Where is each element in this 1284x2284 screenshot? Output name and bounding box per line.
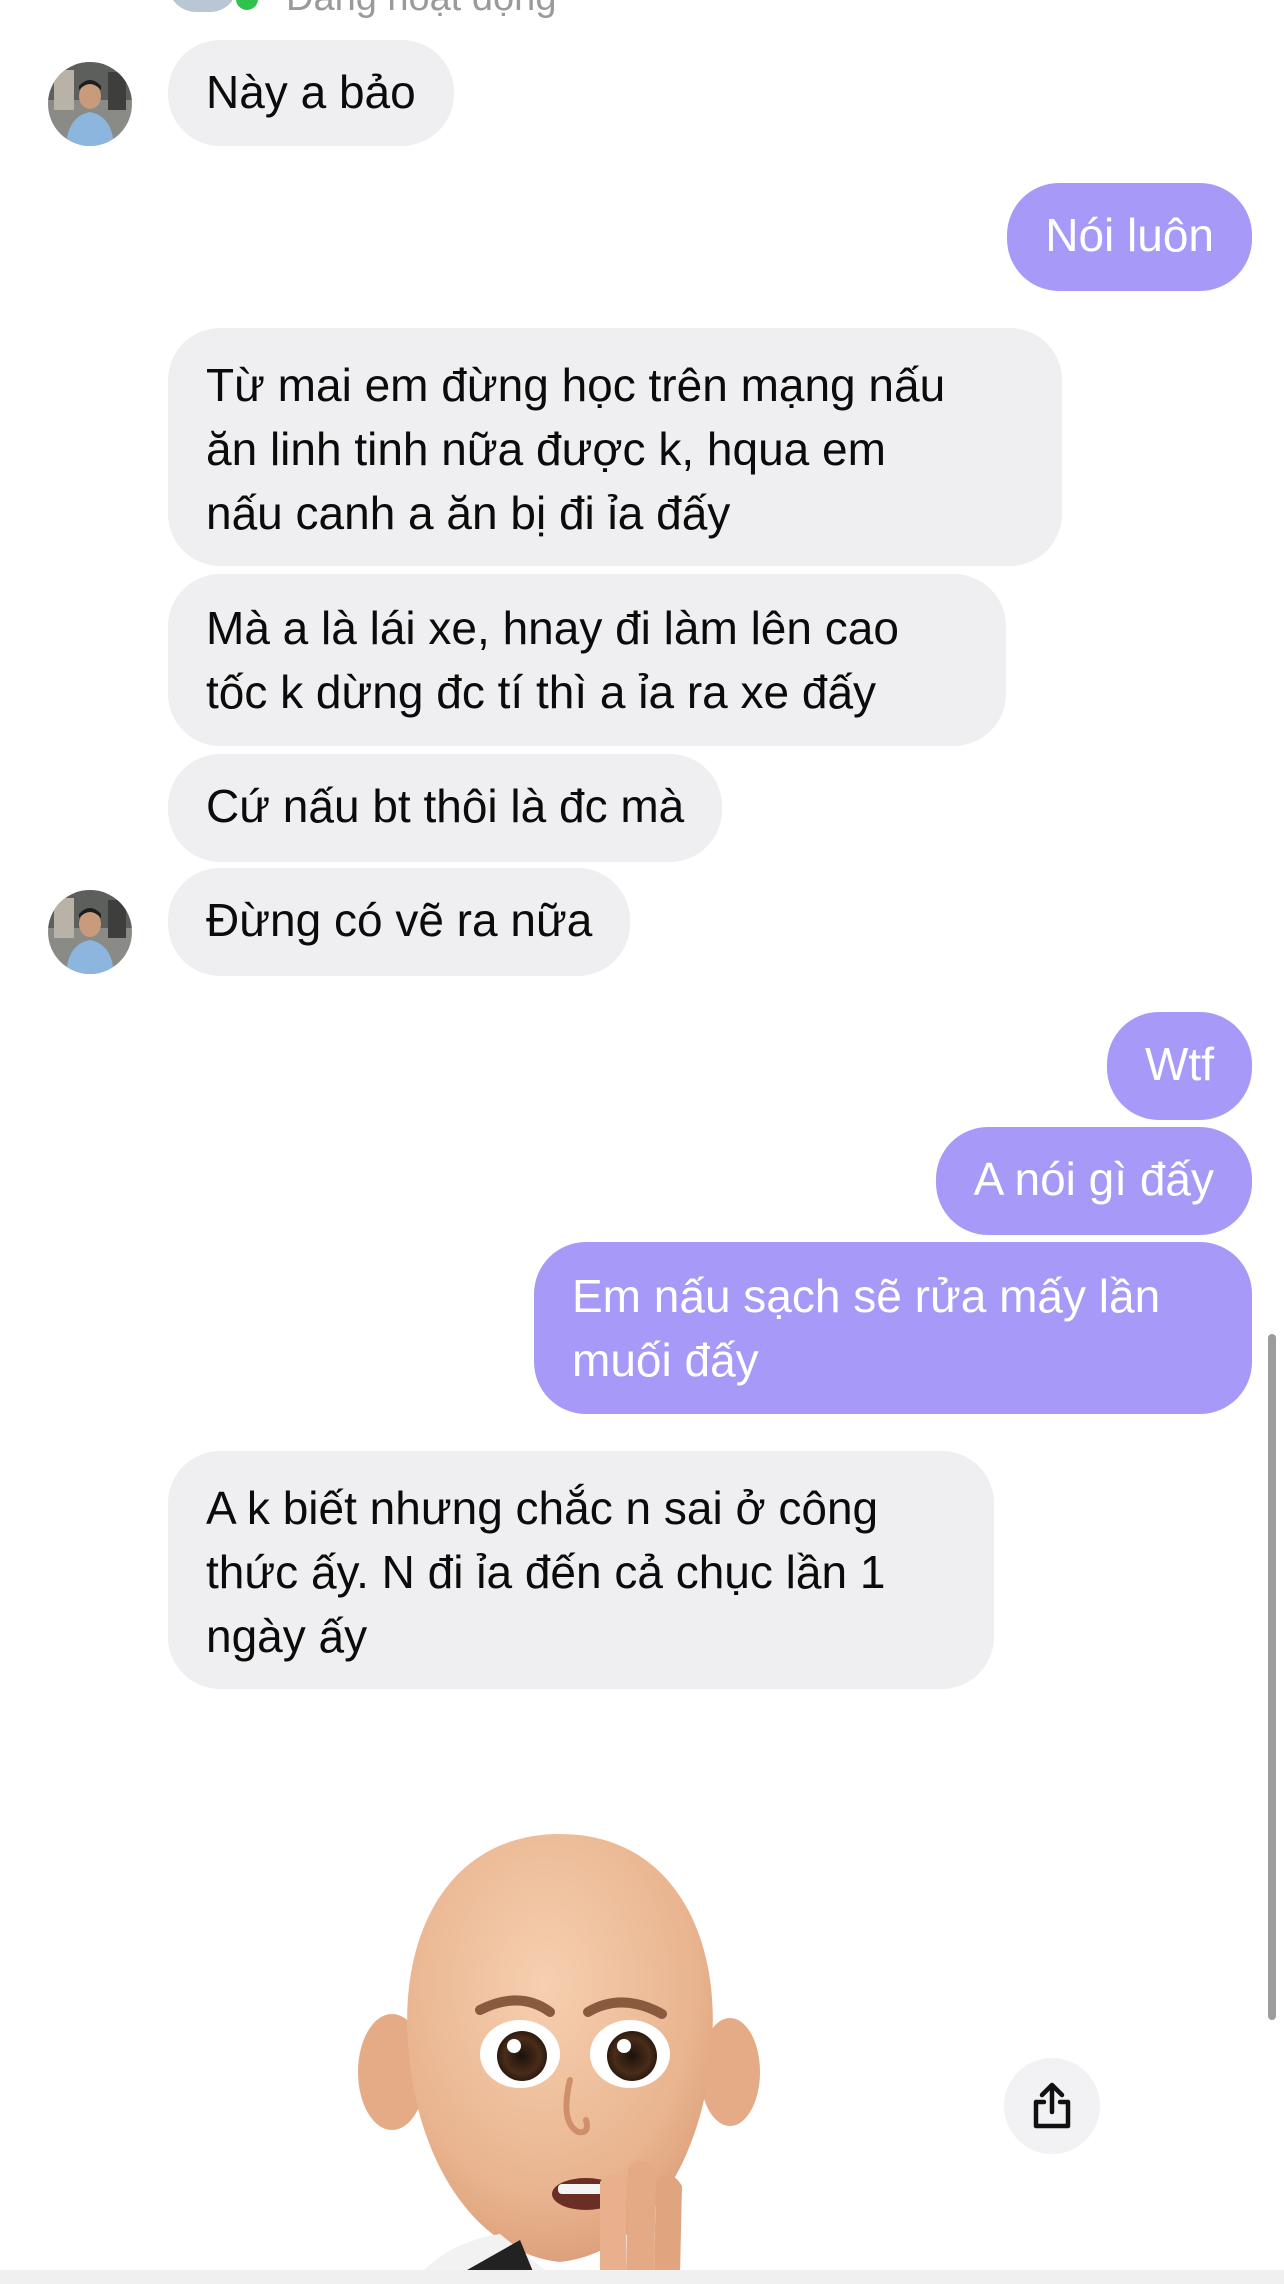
message-bubble-outgoing[interactable]: Em nấu sạch sẽ rửa mấy lần muối đấy — [534, 1242, 1252, 1414]
contact-avatar[interactable] — [48, 890, 132, 974]
header-avatar[interactable] — [168, 0, 238, 12]
message-bubble-incoming[interactable]: Từ mai em đừng học trên mạng nấu ăn linh… — [168, 328, 1062, 566]
scrollbar[interactable] — [1268, 1334, 1276, 2020]
online-status-icon — [232, 0, 262, 14]
message-bubble-outgoing[interactable]: A nói gì đấy — [935, 1127, 1252, 1235]
active-status-text: Đang hoạt động — [286, 0, 556, 17]
message-bubble-incoming[interactable]: Đừng có vẽ ra nữa — [168, 868, 631, 976]
message-bubble-incoming[interactable]: Mà a là lái xe, hnay đi làm lên cao tốc … — [168, 574, 1006, 746]
message-bubble-outgoing[interactable]: Wtf — [1107, 1012, 1252, 1120]
message-bubble-incoming[interactable]: A k biết nhưng chắc n sai ở công thức ấy… — [168, 1451, 994, 1689]
message-bubble-incoming[interactable]: Cứ nấu bt thôi là đc mà — [168, 754, 723, 862]
message-bubble-outgoing[interactable]: Nói luôn — [1007, 183, 1252, 291]
share-icon — [1033, 2082, 1071, 2129]
worried-memoji-icon[interactable] — [350, 1822, 770, 2279]
header-status: Đang hoạt động — [168, 0, 556, 17]
message-bubble-incoming[interactable]: Này a bảo — [168, 40, 454, 146]
share-button[interactable] — [1004, 2058, 1100, 2154]
contact-avatar[interactable] — [48, 62, 132, 146]
bottom-edge — [0, 2270, 1284, 2284]
